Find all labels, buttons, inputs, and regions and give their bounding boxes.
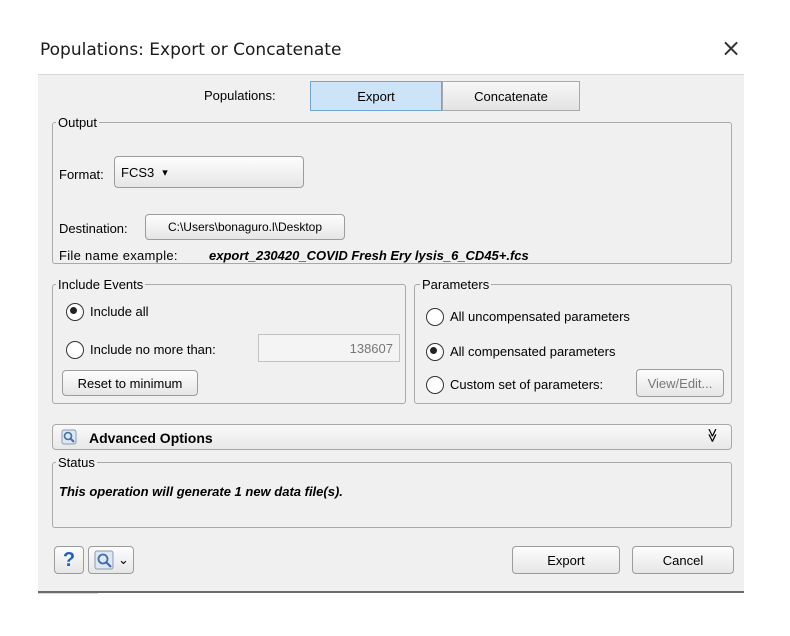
tab-concatenate[interactable]: Concatenate [442, 81, 580, 111]
dialog-bottom-highlight [38, 593, 98, 594]
compensated-radio[interactable] [426, 343, 444, 361]
include-no-more-than-option[interactable]: Include no more than: [62, 338, 262, 360]
populations-label: Populations: [204, 88, 276, 103]
uncompensated-option[interactable]: All uncompensated parameters [422, 305, 722, 327]
format-label: Format: [59, 167, 104, 182]
view-edit-button[interactable]: View/Edit... [636, 369, 724, 397]
uncompensated-label: All uncompensated parameters [450, 309, 630, 324]
window-title: Populations: Export or Concatenate [40, 40, 342, 60]
format-value: FCS3 [121, 164, 155, 180]
reset-to-minimum-button[interactable]: Reset to minimum [62, 370, 198, 396]
custom-radio[interactable] [426, 376, 444, 394]
custom-option[interactable]: Custom set of parameters: [422, 373, 632, 395]
include-all-option[interactable]: Include all [62, 300, 262, 322]
close-icon[interactable]: × [719, 36, 743, 60]
format-dropdown[interactable]: FCS3 ▾ [114, 156, 304, 188]
include-no-more-than-radio[interactable] [66, 341, 84, 359]
output-legend: Output [56, 115, 100, 130]
advanced-options-bar[interactable]: Advanced Options ≫ [52, 424, 732, 450]
status-message: This operation will generate 1 new data … [59, 484, 343, 499]
file-name-example-value: export_230420_COVID Fresh Ery lysis_6_CD… [209, 248, 529, 263]
chevron-down-icon: ⌄ [118, 552, 129, 567]
include-all-label: Include all [90, 304, 149, 319]
cancel-button[interactable]: Cancel [632, 546, 734, 574]
include-no-more-than-label: Include no more than: [90, 342, 216, 357]
advanced-options-label: Advanced Options [89, 430, 213, 446]
include-all-radio[interactable] [66, 303, 84, 321]
destination-label: Destination: [59, 221, 128, 236]
custom-label: Custom set of parameters: [450, 377, 604, 392]
expand-icon[interactable]: ≫ [704, 428, 721, 443]
output-group [52, 122, 732, 264]
status-legend: Status [56, 455, 97, 470]
tools-dropdown-button[interactable]: ⌄ [88, 546, 134, 574]
chevron-down-icon: ▾ [162, 166, 168, 179]
compensated-label: All compensated parameters [450, 344, 616, 359]
magnifier-icon [61, 429, 77, 445]
uncompensated-radio[interactable] [426, 308, 444, 326]
help-icon[interactable]: ? [54, 546, 84, 574]
file-name-example-label: File name example: [59, 248, 178, 263]
compensated-option[interactable]: All compensated parameters [422, 340, 722, 362]
include-events-legend: Include Events [56, 277, 146, 292]
destination-button[interactable]: C:\Users\bonaguro.l\Desktop [145, 214, 345, 240]
search-tool-icon [94, 550, 114, 570]
tab-export[interactable]: Export [310, 81, 442, 111]
max-events-input[interactable]: 138607 [258, 334, 400, 362]
dialog-bottom-border [38, 591, 744, 593]
parameters-legend: Parameters [420, 277, 492, 292]
export-button[interactable]: Export [512, 546, 620, 574]
